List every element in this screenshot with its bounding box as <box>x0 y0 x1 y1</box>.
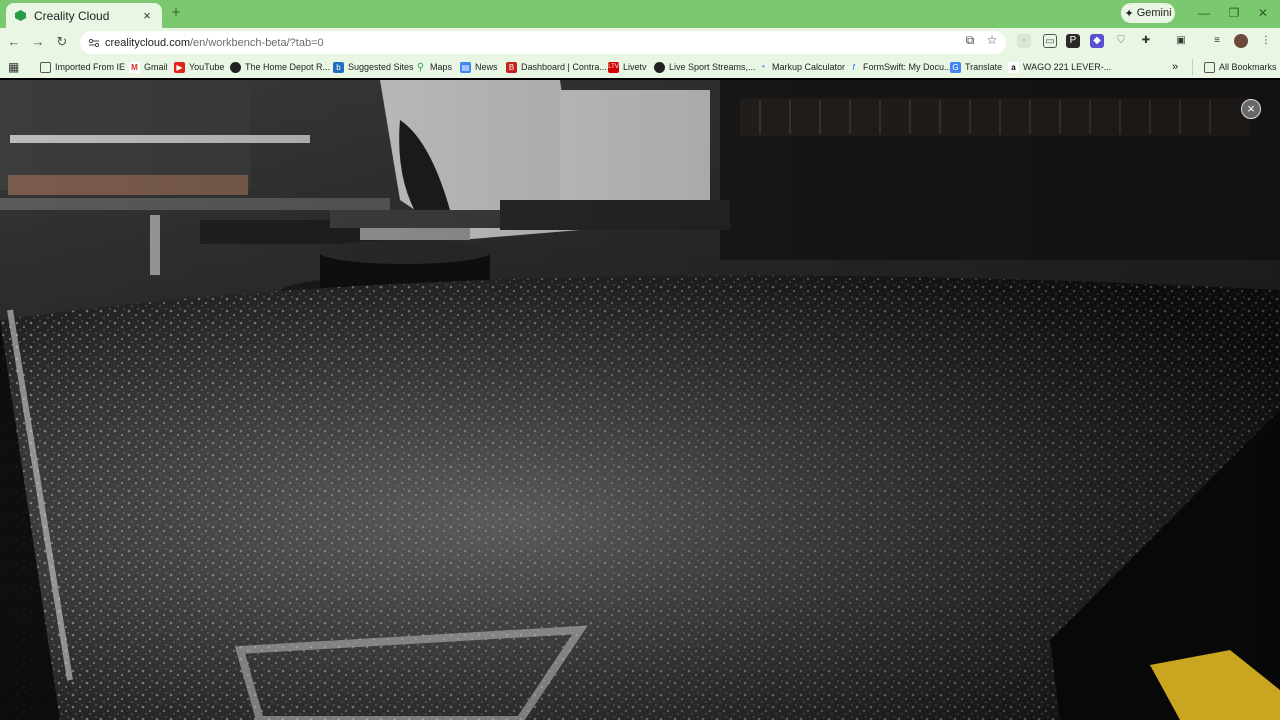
gemini-sparkle-icon: ✦ <box>1124 7 1134 20</box>
bookmark-label: The Home Depot R... <box>245 62 331 72</box>
bookmark-label: Livetv <box>623 62 647 72</box>
translate-icon: G <box>950 61 961 73</box>
dashboard-icon: B <box>506 61 517 73</box>
bookmark-label: Live Sport Streams,... <box>669 62 756 72</box>
gmail-icon: M <box>129 61 140 73</box>
amazon-icon: a <box>1008 61 1019 73</box>
bookmark-youtube[interactable]: ▶ YouTube <box>174 60 224 74</box>
window-close-button[interactable]: ✕ <box>1256 6 1270 20</box>
forward-button[interactable]: → <box>30 34 46 50</box>
url-host: crealitycloud.com <box>105 36 190 49</box>
bookmark-translate[interactable]: G Translate <box>950 60 1002 74</box>
bookmark-label: Markup Calculator <box>772 62 846 72</box>
bookmark-maps[interactable]: ⚲ Maps <box>415 60 452 74</box>
bookmark-suggested-sites[interactable]: b Suggested Sites <box>333 60 414 74</box>
formswift-icon: f <box>852 62 855 72</box>
bookmark-livetv[interactable]: LTV Livetv <box>608 60 647 74</box>
reload-button[interactable]: ↻ <box>54 34 70 50</box>
restore-button[interactable]: ❐ <box>1227 6 1241 20</box>
tab-title: Creality Cloud <box>34 8 110 23</box>
news-icon: ▤ <box>460 61 471 73</box>
minimize-button[interactable]: — <box>1197 6 1211 20</box>
extensions-puzzle-icon[interactable]: ✚ <box>1139 34 1153 48</box>
profile-avatar[interactable] <box>1234 34 1248 48</box>
bookmark-label: Translate <box>965 62 1003 72</box>
extension-purple-icon[interactable]: ◆ <box>1090 34 1104 48</box>
toolbar: ← → ↻ crealitycloud.com/en/workbench-bet… <box>0 28 1280 56</box>
bookmark-label: Imported From IE <box>55 62 126 72</box>
extension-disabled-icon[interactable]: ◦ <box>1017 34 1031 48</box>
bookmark-live-sport-streams[interactable]: Live Sport Streams,... <box>654 60 756 74</box>
bookmarks-separator <box>1192 59 1193 75</box>
extension-shield-icon[interactable]: ⛉ <box>1114 34 1128 48</box>
home-depot-icon <box>230 61 241 73</box>
reading-list-icon[interactable]: ≡ <box>1210 34 1224 48</box>
close-feed-button[interactable]: × <box>1241 99 1261 119</box>
menu-kebab-icon[interactable]: ⋮ <box>1259 34 1273 48</box>
address-bar[interactable]: crealitycloud.com/en/workbench-beta/?tab… <box>80 31 1006 54</box>
bookmark-label: Dashboard | Contra... <box>521 62 607 72</box>
bookmark-dashboard[interactable]: B Dashboard | Contra... <box>506 60 607 74</box>
back-button[interactable]: ← <box>6 34 22 50</box>
all-bookmarks-button[interactable]: All Bookmarks <box>1204 60 1277 74</box>
tab-close-icon[interactable]: × <box>140 8 154 23</box>
tab-strip: Creality Cloud × + ✦ Gemini — ❐ ✕ <box>0 0 1280 28</box>
bookmark-label: FormSwift: My Docu... <box>863 62 952 72</box>
bookmark-label: WAGO 221 LEVER-... <box>1023 62 1112 72</box>
bookmark-wago[interactable]: a WAGO 221 LEVER-... <box>1008 60 1111 74</box>
suggested-sites-icon: b <box>333 61 344 73</box>
livetv-icon: LTV <box>608 61 619 73</box>
url-path: /en/workbench-beta/?tab=0 <box>189 36 324 49</box>
cast-icon[interactable]: ▣ <box>1174 34 1188 48</box>
folder-icon <box>1204 61 1215 73</box>
bookmark-label: YouTube <box>189 62 225 72</box>
extension-box-icon[interactable]: ▭ <box>1043 34 1057 48</box>
camera-feed-view: × <box>0 80 1280 720</box>
gemini-button[interactable]: ✦ Gemini <box>1121 3 1175 23</box>
folder-icon <box>40 61 51 73</box>
creality-favicon-icon <box>15 10 26 21</box>
sport-streams-icon <box>654 61 665 73</box>
bookmark-label: Gmail <box>144 62 168 72</box>
camera-feed-image <box>0 80 1280 720</box>
bookmark-news[interactable]: ▤ News <box>460 60 498 74</box>
bookmark-label: Maps <box>430 62 453 72</box>
markup-calculator-icon: ◔ <box>759 61 766 73</box>
bookmark-formswift[interactable]: f FormSwift: My Docu... <box>848 60 952 74</box>
youtube-icon: ▶ <box>174 61 185 73</box>
all-bookmarks-label: All Bookmarks <box>1219 62 1277 72</box>
bookmark-star-icon[interactable]: ☆ <box>985 33 999 47</box>
tab-creality-cloud[interactable]: Creality Cloud × <box>6 3 162 28</box>
bookmark-label: Suggested Sites <box>348 62 414 72</box>
bookmark-markup-calculator[interactable]: ◔ Markup Calculator <box>757 60 845 74</box>
bookmarks-bar: ▦ Imported From IE M Gmail ▶ YouTube The… <box>0 56 1280 78</box>
new-tab-button[interactable]: + <box>168 5 184 21</box>
bookmark-imported-from-ie[interactable]: Imported From IE <box>40 60 125 74</box>
gemini-label: Gemini <box>1136 7 1172 19</box>
bookmark-gmail[interactable]: M Gmail <box>129 60 168 74</box>
apps-grid-icon[interactable]: ▦ <box>8 60 19 74</box>
maps-icon: ⚲ <box>416 61 425 73</box>
install-app-icon[interactable]: ⧉ <box>963 33 977 47</box>
extension-p-icon[interactable]: P <box>1066 34 1080 48</box>
bookmark-home-depot[interactable]: The Home Depot R... <box>230 60 330 74</box>
site-info-icon[interactable] <box>88 37 100 49</box>
bookmarks-overflow-button[interactable]: » <box>1172 60 1178 74</box>
bookmark-label: News <box>475 62 498 72</box>
